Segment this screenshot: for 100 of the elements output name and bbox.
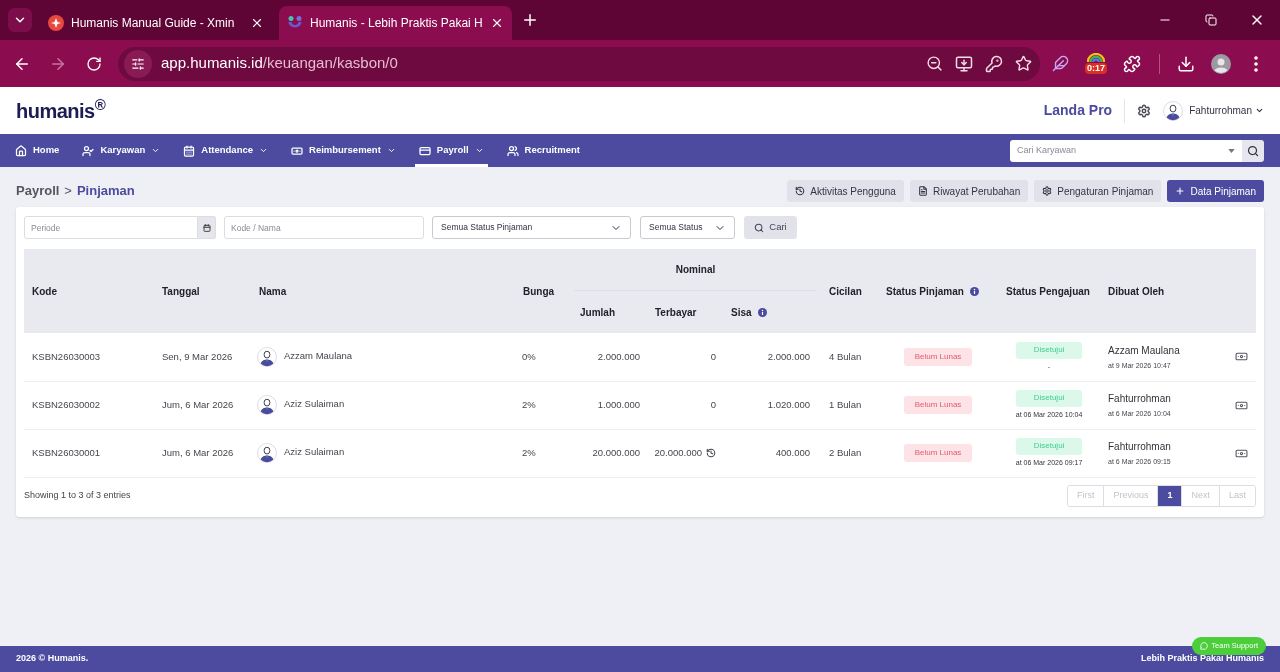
search-icon [1247,144,1259,157]
key-icon[interactable] [985,54,1003,73]
column-header: Status Pengajuan [1006,284,1090,299]
column-header: Terbayar [655,305,697,320]
search-button[interactable]: Cari [744,216,797,239]
creator-name: Azzam Maulana [1108,343,1181,358]
status-badge: Belum Lunas [904,396,972,414]
nav-item[interactable]: Reimbursement [287,134,400,167]
column-header: Nama [259,284,287,299]
address-bar[interactable]: app.humanis.id/keuangan/kasbon/0 [118,46,1040,81]
creator-name: Fahturrohman [1108,439,1172,454]
nav-item[interactable]: Recruitment [502,134,584,167]
sparkle-badge-icon [48,15,64,31]
plus-icon [521,11,539,29]
interest-rate: 2% [522,446,536,458]
loan-code: KSBN26030001 [32,446,101,458]
amount-value: 1.000.000 [597,398,640,410]
home-icon [15,144,27,157]
users-icon [506,144,519,157]
browser-tab[interactable]: Humanis Manual Guide - Xmin [40,6,273,40]
amount-value: 20.000.000 [592,446,640,458]
toolbar-button[interactable]: Data Pinjaman [1167,180,1264,202]
avatar-icon [1163,100,1184,121]
status-badge: Belum Lunas [904,444,972,462]
site-settings-button[interactable] [124,49,152,78]
extension-button[interactable]: 0:17 [1078,46,1114,81]
footer-tagline: Lebih Praktis Pakai Humanis [1140,652,1264,666]
loan-code: KSBN26030002 [32,398,101,410]
code-name-field[interactable]: Kode / Nama [224,216,424,239]
puzzle-icon [1123,54,1141,73]
plus-icon [1175,186,1186,196]
status-badge: Disetujui [1016,437,1082,455]
zoom-out-icon[interactable] [926,55,943,72]
sliders-icon [131,56,145,71]
url-text: app.humanis.id/keuangan/kasbon/0 [161,53,398,74]
history-icon[interactable] [706,448,716,458]
menu-icon [1254,55,1258,72]
creator-name: Fahturrohman [1108,391,1172,406]
column-header: Status Pinjaman [886,284,964,299]
nav-item[interactable]: Home [11,134,64,167]
user-menu[interactable]: Fahturrohman [1189,103,1264,118]
status-badge: Belum Lunas [904,347,972,366]
timer-badge: 0:17 [1085,63,1107,74]
employee-search-select[interactable]: Cari Karyawan [1010,139,1242,162]
avatar-icon [257,443,277,463]
toolbar-button[interactable]: Aktivitas Pengguna [787,180,904,202]
search-icon [754,222,765,233]
nav-item[interactable]: Payroll [414,134,488,167]
restore-icon [1205,14,1217,26]
avatar-icon [1211,53,1231,74]
chevron-down-icon [1255,106,1264,115]
page-button[interactable]: 1 [1157,485,1182,506]
tab-list-button[interactable] [8,8,32,32]
page-title: Pinjaman [76,182,135,201]
employee-name: Aziz Sulaiman [284,396,345,411]
column-header: Kode [32,284,57,299]
toolbar-button[interactable]: Pengaturan Pinjaman [1034,180,1162,202]
close-icon[interactable] [250,16,264,30]
status-badge: Disetujui [1016,389,1082,407]
breadcrumb-link[interactable]: Payroll [16,181,60,201]
installment-count: 1 Bulan [829,398,862,410]
settings-icon[interactable] [1137,103,1152,118]
column-header: Tanggal [162,284,200,299]
avatar-icon [257,346,277,367]
install-app-icon[interactable] [955,54,973,73]
calendar-button[interactable] [198,216,216,239]
copyright-text: 2026 © Humanis. [16,652,89,666]
user-check-icon [82,144,95,157]
loan-date: Jum, 6 Mar 2026 [162,446,234,458]
paid-value: 0 [710,349,716,364]
download-icon [1177,54,1195,73]
status-select[interactable]: Semua Status [640,216,735,239]
breadcrumb-separator: > [64,182,72,201]
amount-value: 2.000.000 [597,350,640,362]
caret-down-icon [1228,148,1235,153]
loan-date: Sen, 9 Mar 2026 [162,350,233,362]
column-header: Bunga [523,284,555,299]
rainbow-icon [1087,53,1105,62]
star-icon[interactable] [1015,55,1032,72]
browser-tab[interactable]: Humanis - Lebih Praktis Pakai H [279,6,512,40]
settings-icon [1042,186,1053,196]
loan-status-select[interactable]: Semua Status Pinjaman [432,216,631,239]
status-badge: Disetujui [1016,341,1082,359]
company-name: Landa Pro [1043,101,1113,120]
employee-name: Azzam Maulana [284,348,353,363]
period-field[interactable]: Periode [24,216,198,239]
nav-item[interactable]: Attendance [179,134,273,167]
remaining-value: 400.000 [775,446,810,458]
nav-item[interactable]: Karyawan [78,134,165,167]
loan-code: KSBN26030003 [32,350,101,362]
history-icon [795,186,806,196]
reload-icon [86,55,102,72]
paid-value: 20.000.000 [654,445,702,460]
column-header: Dibuat Oleh [1108,284,1165,299]
entries-info: Showing 1 to 3 of 3 entries [24,488,131,502]
search-button[interactable] [1242,139,1264,162]
loan-date: Jum, 6 Mar 2026 [162,398,234,410]
installment-count: 4 Bulan [829,350,862,362]
toolbar-button[interactable]: Riwayat Perubahan [909,180,1029,202]
column-header: Sisa [731,305,752,320]
